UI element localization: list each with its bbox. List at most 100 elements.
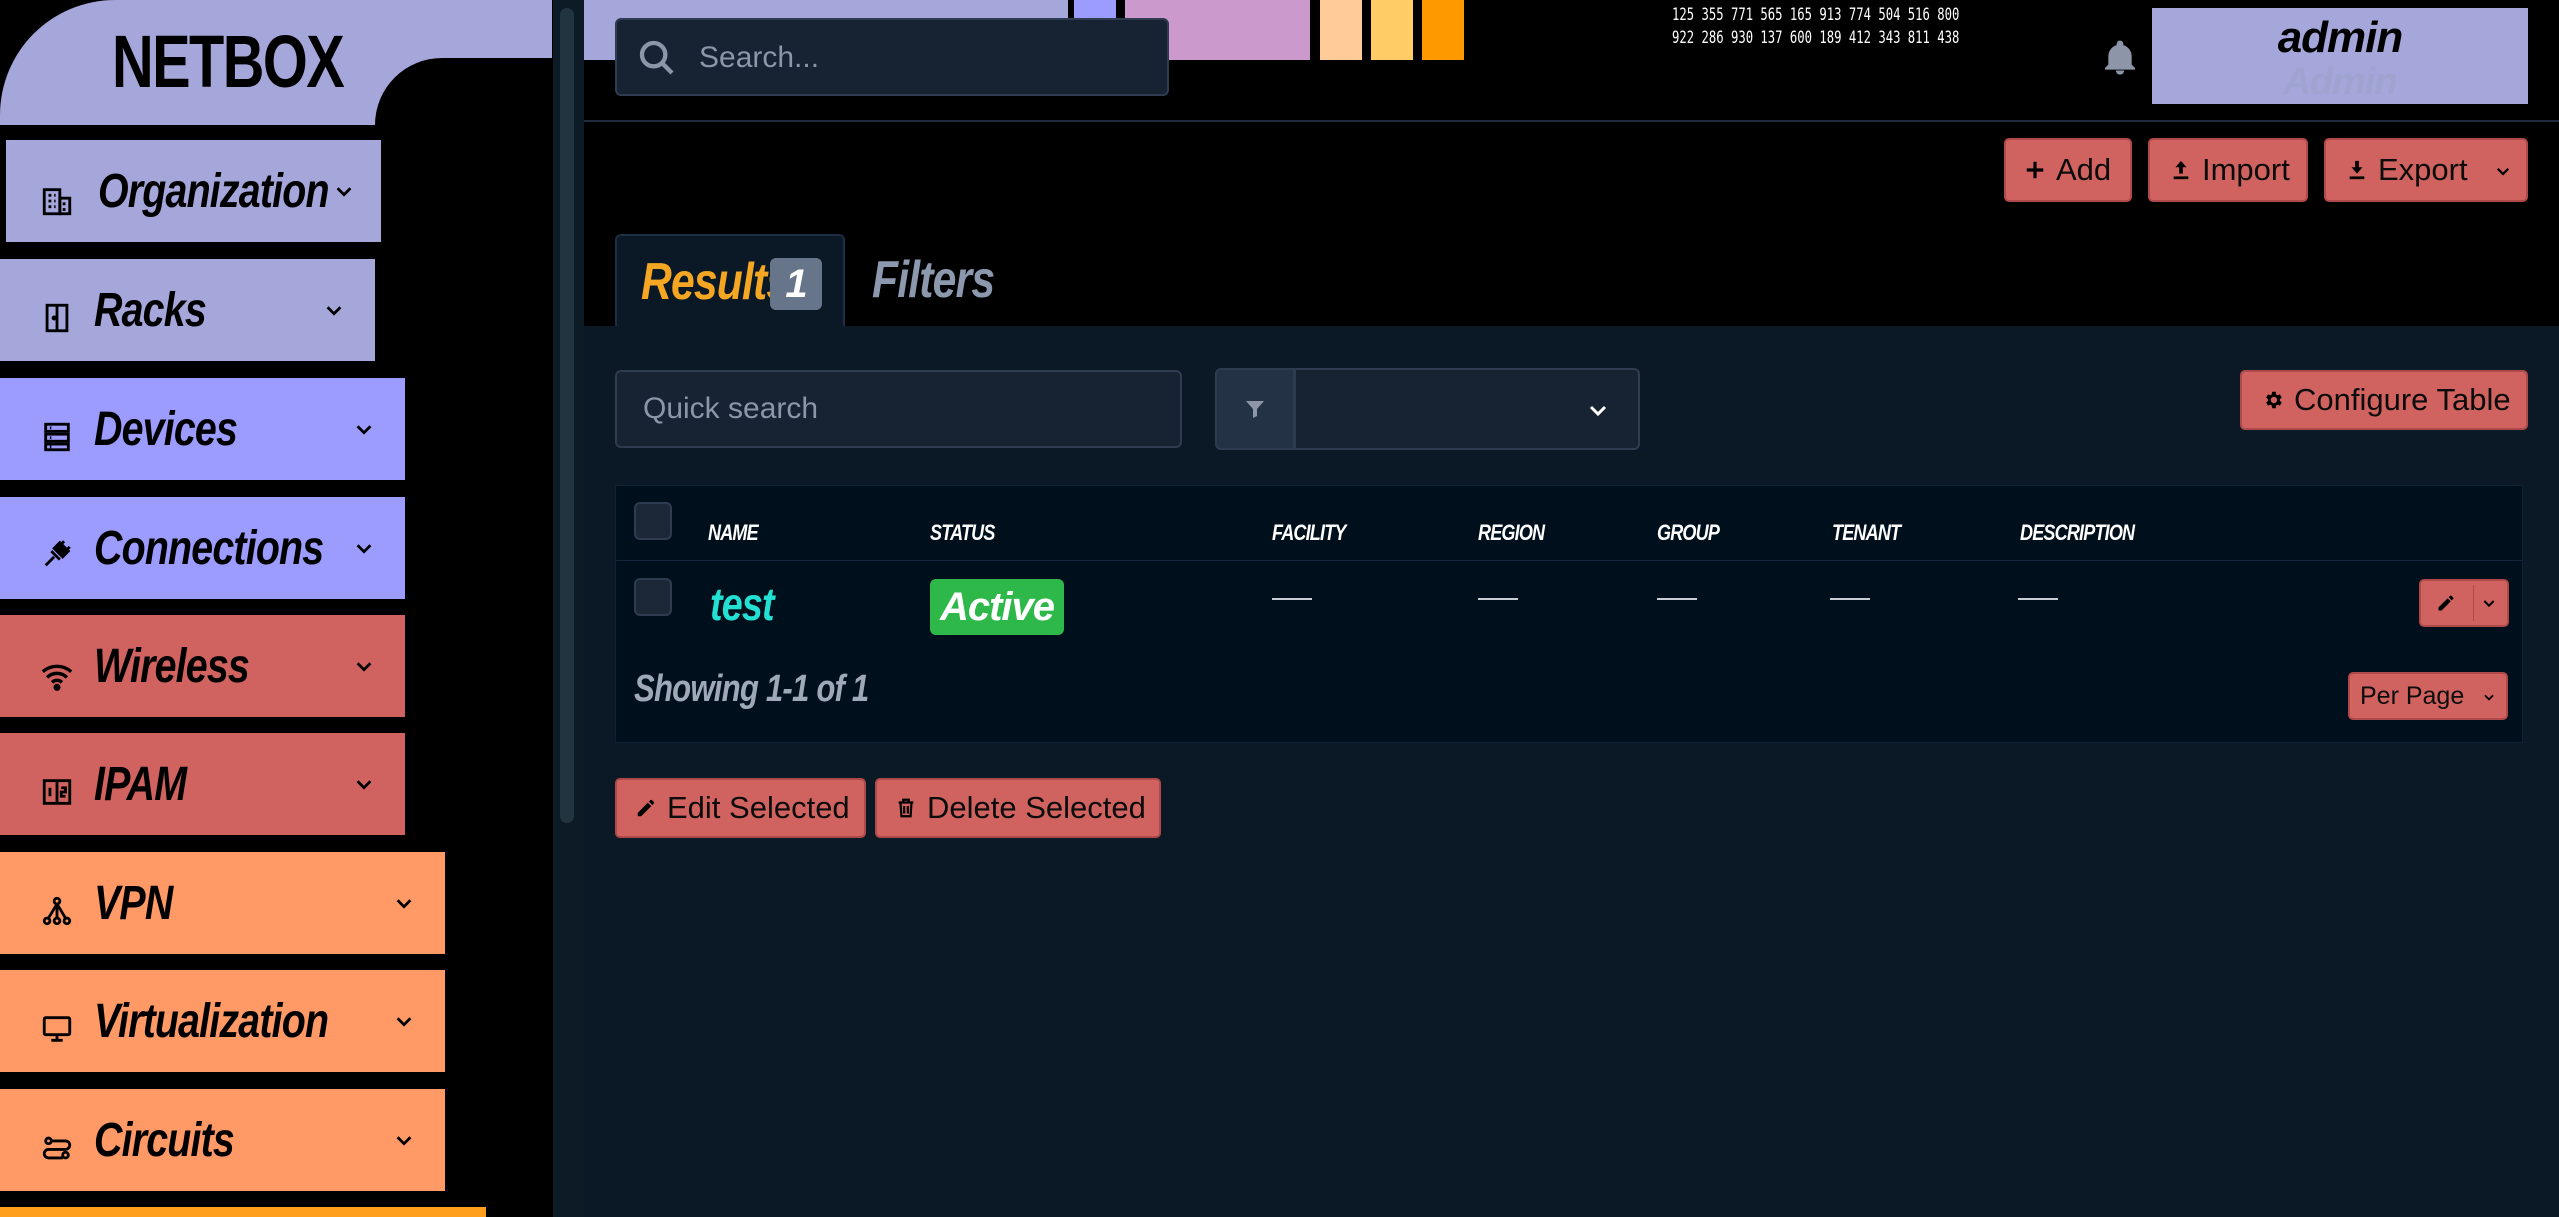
add-button[interactable]: Add: [2004, 138, 2132, 202]
chevron-down-icon[interactable]: [2494, 162, 2512, 180]
pencil-icon: [2438, 595, 2454, 611]
tab-results[interactable]: Results 1: [615, 234, 845, 326]
results-panel: [584, 326, 2559, 1217]
ip-counter-icon: [40, 775, 74, 809]
column-header-region[interactable]: REGION: [1478, 518, 1545, 548]
sidebar-item-ipam[interactable]: IPAM: [0, 733, 405, 835]
row-select-checkbox[interactable]: [634, 578, 672, 616]
row-name-link[interactable]: test: [710, 574, 775, 634]
tab-filters-label: Filters: [872, 251, 995, 309]
lcars-block-orange: [1422, 0, 1464, 60]
chevron-down-icon: [396, 1136, 412, 1146]
transit-connection-icon: [40, 1131, 74, 1165]
lcars-block-peach: [1320, 0, 1362, 60]
delete-selected-button[interactable]: Delete Selected: [875, 778, 1161, 838]
header-divider: [616, 560, 2522, 561]
pagination-summary: Showing 1-1 of 1: [634, 668, 869, 710]
row-edit-button[interactable]: [2419, 579, 2509, 627]
sidebar-item-label: Circuits: [94, 1114, 235, 1167]
filter-toggle[interactable]: [1215, 368, 1295, 450]
select-all-checkbox[interactable]: [634, 502, 672, 540]
sidebar: NETBOX Organization Racks Devices Connec…: [0, 0, 552, 1217]
chevron-down-icon[interactable]: [2481, 595, 2497, 611]
column-header-status[interactable]: STATUS: [930, 518, 995, 548]
configure-table-button[interactable]: Configure Table: [2240, 370, 2528, 430]
results-count-badge: 1: [770, 258, 822, 310]
wifi-icon: [40, 659, 74, 693]
chevron-down-icon: [356, 544, 372, 554]
netbox-logo[interactable]: NETBOX: [112, 22, 345, 102]
sidebar-item-circuits[interactable]: Circuits: [0, 1089, 445, 1191]
chevron-down-icon: [396, 1017, 412, 1027]
user-menu[interactable]: admin Admin: [2152, 8, 2528, 104]
upload-icon: [2170, 159, 2192, 181]
sidebar-item-organization[interactable]: Organization: [6, 140, 381, 242]
server-icon: [40, 420, 74, 454]
column-header-name[interactable]: NAME: [708, 518, 759, 548]
gear-icon: [2262, 389, 2284, 411]
column-header-facility[interactable]: FACILITY: [1272, 518, 1346, 548]
filter-icon: [1246, 401, 1264, 418]
results-table: NAME STATUS FACILITY REGION GROUP TENANT…: [615, 485, 2523, 743]
per-page-dropdown[interactable]: Per Page: [2348, 672, 2508, 720]
sidebar-item-virtualization[interactable]: Virtualization: [0, 970, 445, 1072]
facility-empty: [1272, 598, 1312, 600]
column-header-tenant[interactable]: TENANT: [1832, 518, 1901, 548]
sidebar-item-racks[interactable]: Racks: [0, 259, 375, 361]
sidebar-item-label: Organization: [98, 165, 330, 218]
sidebar-item-label: Virtualization: [94, 995, 329, 1048]
chevron-down-icon: [336, 187, 352, 197]
group-empty: [1657, 598, 1697, 600]
door-icon: [40, 301, 74, 335]
saved-filter-select[interactable]: [1294, 368, 1640, 450]
tenant-empty: [1830, 598, 1870, 600]
quick-search-input[interactable]: Quick search: [615, 370, 1182, 448]
region-empty: [1478, 598, 1518, 600]
pencil-icon: [635, 797, 657, 819]
column-header-group[interactable]: GROUP: [1657, 518, 1720, 548]
user-name: admin: [2277, 13, 2404, 62]
chevron-down-icon: [1589, 405, 1607, 417]
lcars-number-readout: 125 355 771 565 165 913 774 504 516 800 …: [1672, 5, 1960, 48]
office-building-icon: [40, 184, 74, 218]
cable-plug-icon: [40, 537, 74, 571]
tab-filters[interactable]: Filters: [870, 234, 1010, 326]
search-icon: [639, 40, 674, 75]
network-nodes-icon: [40, 894, 74, 928]
chevron-down-icon: [356, 780, 372, 790]
global-search-box[interactable]: [615, 18, 1169, 96]
chevron-down-icon: [356, 425, 372, 435]
column-header-description[interactable]: DESCRIPTION: [2020, 518, 2135, 548]
trash-icon: [895, 797, 917, 819]
lcars-block-yellow: [1371, 0, 1413, 60]
download-icon: [2346, 159, 2368, 181]
sidebar-item-label: VPN: [94, 877, 173, 930]
sidebar-item-devices[interactable]: Devices: [0, 378, 405, 480]
sidebar-item-connections[interactable]: Connections: [0, 497, 405, 599]
monitor-icon: [40, 1012, 74, 1046]
sidebar-item-label: Wireless: [94, 640, 250, 693]
sidebar-header: NETBOX: [0, 0, 552, 125]
chevron-down-icon: [356, 662, 372, 672]
chevron-down-icon: [326, 306, 342, 316]
plus-icon: [2024, 159, 2046, 181]
tab-results-label: Results: [641, 253, 790, 311]
description-empty: [2018, 598, 2058, 600]
sidebar-item-label: Racks: [94, 284, 207, 337]
sidebar-item-label: Devices: [94, 403, 238, 456]
user-role: Admin: [2283, 61, 2397, 103]
chevron-down-icon: [396, 899, 412, 909]
sidebar-scrollbar-thumb[interactable]: [560, 8, 574, 823]
export-button[interactable]: Export: [2324, 138, 2528, 202]
sidebar-item-vpn[interactable]: VPN: [0, 852, 445, 954]
chevron-down-icon: [2484, 694, 2494, 701]
sidebar-item-label: IPAM: [94, 758, 187, 811]
status-badge: Active: [930, 579, 1064, 635]
bell-icon[interactable]: [2100, 38, 2140, 78]
import-button[interactable]: Import: [2148, 138, 2308, 202]
global-search-input[interactable]: [697, 32, 1151, 84]
sidebar-item-partial[interactable]: [0, 1207, 486, 1217]
sidebar-item-label: Connections: [94, 522, 324, 575]
edit-selected-button[interactable]: Edit Selected: [615, 778, 866, 838]
sidebar-item-wireless[interactable]: Wireless: [0, 615, 405, 717]
